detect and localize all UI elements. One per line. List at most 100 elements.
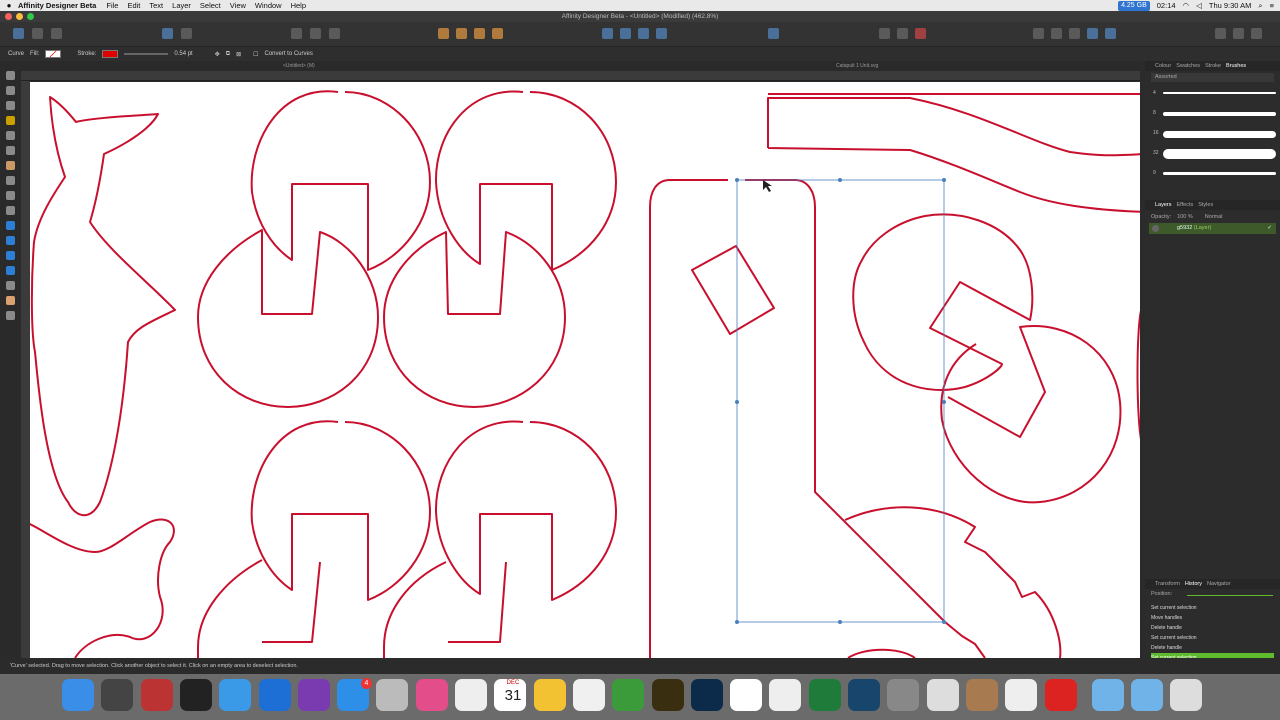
menu-select[interactable]: Select [200, 1, 221, 10]
downloads-folder-icon[interactable] [1131, 679, 1164, 711]
opera-icon[interactable] [1044, 679, 1077, 711]
move-tool-icon[interactable] [6, 71, 15, 80]
tab-navigator[interactable]: Navigator [1207, 581, 1231, 587]
history-item[interactable]: Move handles [1151, 613, 1274, 623]
view-mode-2-icon[interactable] [329, 28, 340, 39]
group-icon[interactable] [1087, 28, 1098, 39]
wifi-icon[interactable]: ◠ [1183, 1, 1190, 10]
fill-tool-icon[interactable] [6, 161, 15, 170]
brush-preset-5[interactable]: 9 [1153, 166, 1276, 182]
transform-origin-icon[interactable]: ⊠ [236, 51, 241, 58]
share-icon[interactable] [1215, 28, 1226, 39]
printer-icon[interactable] [926, 679, 959, 711]
history-position-slider[interactable]: Position: [1151, 591, 1275, 600]
tab-effects[interactable]: Effects [1177, 202, 1194, 208]
affinity-designer-icon[interactable] [258, 679, 291, 711]
numbers-icon[interactable] [612, 679, 645, 711]
steam-icon[interactable] [848, 679, 880, 711]
itunes-icon[interactable] [415, 679, 448, 711]
rounded-rectangle-icon[interactable] [6, 251, 15, 260]
studio-icon[interactable] [1233, 28, 1244, 39]
illustrator-icon[interactable] [651, 679, 684, 711]
menu-view[interactable]: View [230, 1, 246, 10]
brush-preset-4[interactable]: 32 [1153, 146, 1276, 162]
menu-edit[interactable]: Edit [127, 1, 140, 10]
volume-icon[interactable]: ◁ [1196, 1, 1202, 10]
apple-menu-icon[interactable]: ● [0, 1, 18, 10]
launchpad-icon[interactable] [101, 679, 134, 711]
minimize-window-button[interactable] [16, 13, 23, 20]
fill-swatch[interactable] [45, 50, 62, 58]
brush-preset-3[interactable]: 16 [1153, 126, 1276, 142]
migration-icon[interactable] [965, 679, 998, 711]
zoom-window-button[interactable] [27, 13, 34, 20]
history-item[interactable]: Delete handle [1151, 643, 1274, 653]
dashboard-icon[interactable] [179, 679, 212, 711]
place-image-icon[interactable] [6, 191, 15, 200]
shape-tool-icon[interactable] [6, 266, 15, 275]
boolean-add-icon[interactable] [879, 28, 890, 39]
menu-window[interactable]: Window [255, 1, 282, 10]
designer-persona-icon[interactable] [13, 28, 24, 39]
convert-checkbox-icon[interactable]: ☐ [253, 51, 258, 58]
canvas[interactable] [30, 82, 1140, 658]
crop-tool-icon[interactable] [6, 206, 15, 215]
document-tab[interactable]: <Untitled> (M) [283, 61, 315, 71]
pencil-tool-icon[interactable] [6, 131, 15, 140]
tab-transform[interactable]: Transform [1155, 581, 1180, 587]
history-item[interactable]: Set current selection [1151, 603, 1274, 613]
app-name-menu[interactable]: Affinity Designer Beta [18, 1, 96, 10]
transform-icon[interactable]: ⧉ [226, 51, 230, 58]
rectangle-tool-icon[interactable] [6, 221, 15, 230]
rotate-right-icon[interactable] [656, 28, 667, 39]
brush-category-select[interactable]: Assorted [1151, 73, 1274, 82]
zoom-tool-icon[interactable] [6, 311, 15, 320]
pixel-persona-icon[interactable] [32, 28, 43, 39]
arrange-back-icon[interactable] [438, 28, 449, 39]
transparency-tool-icon[interactable] [6, 176, 15, 185]
hand-tool-icon[interactable] [6, 296, 15, 305]
snapping-icon[interactable] [291, 28, 302, 39]
arrange-backward-icon[interactable] [456, 28, 467, 39]
stroke-width-value[interactable]: 0.54 pt [174, 51, 192, 57]
folder-icon[interactable] [1091, 679, 1124, 711]
photo-booth-icon[interactable] [140, 679, 173, 711]
spotlight-icon[interactable]: ⌕ [1258, 1, 1262, 11]
close-window-button[interactable] [5, 13, 12, 20]
flip-vertical-icon[interactable] [620, 28, 631, 39]
ungroup-icon[interactable] [1105, 28, 1116, 39]
layer-row[interactable]: g5932 (Layer) ✓ [1149, 223, 1276, 234]
excel-icon[interactable] [808, 679, 841, 711]
menu-help[interactable]: Help [291, 1, 306, 10]
history-item[interactable]: Delete handle [1151, 623, 1274, 633]
menu-text[interactable]: Text [149, 1, 163, 10]
flip-horizontal-icon[interactable] [602, 28, 613, 39]
assistant-icon[interactable] [162, 28, 173, 39]
blend-mode-select[interactable]: Normal [1205, 214, 1223, 220]
clock[interactable]: Thu 9:30 AM [1209, 1, 1252, 10]
tab-history[interactable]: History [1185, 581, 1202, 587]
stroke-swatch[interactable] [102, 50, 119, 58]
tab-styles[interactable]: Styles [1198, 202, 1213, 208]
settings-icon[interactable] [181, 28, 192, 39]
brush-preset-1[interactable]: 4 [1153, 86, 1276, 102]
pen-tool-icon[interactable] [6, 116, 15, 125]
rotate-left-icon[interactable] [638, 28, 649, 39]
export-persona-icon[interactable] [51, 28, 62, 39]
menu-file[interactable]: File [106, 1, 118, 10]
text-tool-icon[interactable] [6, 281, 15, 290]
align-icon[interactable] [768, 28, 779, 39]
horizontal-ruler[interactable] [21, 71, 1140, 81]
tab-brushes[interactable]: Brushes [1226, 63, 1246, 69]
expand-icon[interactable] [1152, 225, 1159, 232]
boolean-intersect-icon[interactable] [1033, 28, 1044, 39]
safari-icon[interactable] [219, 679, 252, 711]
affinity-designer-beta-icon[interactable] [297, 679, 330, 711]
node-tool-icon[interactable]: ✥ [215, 51, 220, 58]
boolean-subtract-icon[interactable] [897, 28, 908, 39]
photos-icon[interactable] [533, 679, 566, 711]
tab-swatches[interactable]: Swatches [1176, 63, 1200, 69]
artwork[interactable] [30, 82, 1140, 658]
notification-center-icon[interactable]: ≡ [1270, 1, 1274, 10]
arrange-front-icon[interactable] [492, 28, 503, 39]
